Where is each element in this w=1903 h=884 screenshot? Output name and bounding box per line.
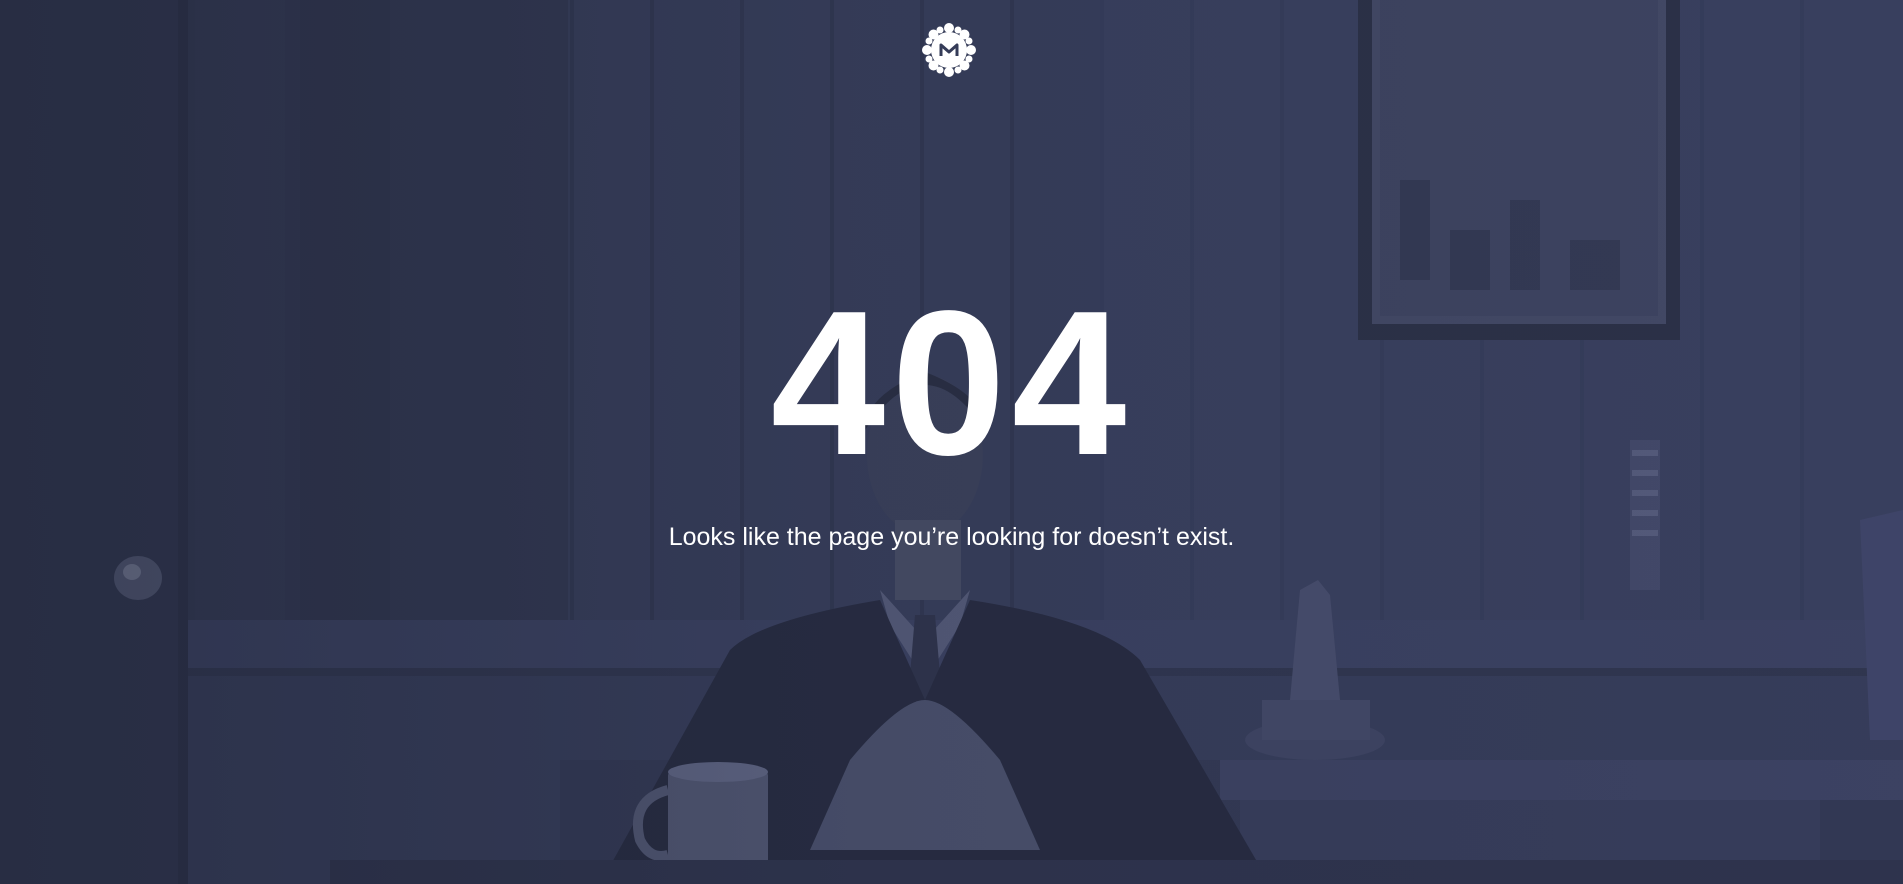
- error-code: 404: [770, 268, 1133, 498]
- error-content: 404 Looks like the page you’re looking f…: [0, 280, 1903, 552]
- not-found-page: 404 Looks like the page you’re looking f…: [0, 0, 1903, 884]
- medium-logo-icon[interactable]: [919, 20, 979, 80]
- error-message: Looks like the page you’re looking for d…: [668, 523, 1235, 551]
